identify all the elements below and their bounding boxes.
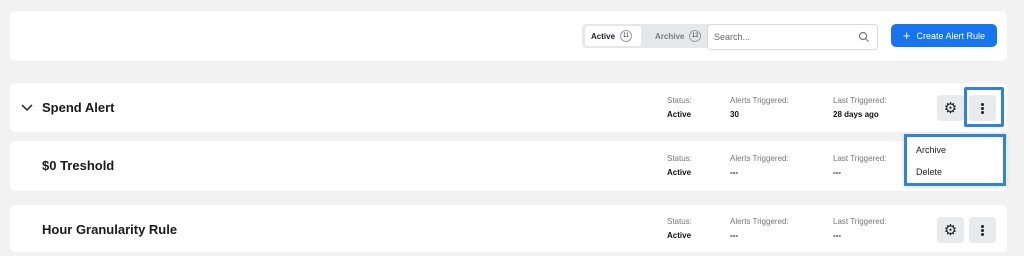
status-value: Active: [667, 231, 692, 240]
last-triggered-meta: Last Triggered: ---: [833, 152, 886, 180]
last-triggered-label: Last Triggered:: [833, 154, 887, 163]
alerts-triggered-value: 30: [730, 110, 739, 119]
search-placeholder: Search...: [714, 32, 751, 42]
status-label: Status:: [667, 154, 692, 163]
gear-icon: ⚙: [943, 221, 958, 239]
alerts-triggered-meta: Alerts Triggered: ---: [730, 152, 789, 180]
last-triggered-meta: Last Triggered: ---: [833, 215, 886, 243]
menu-item-archive[interactable]: Archive: [916, 145, 946, 155]
alerts-triggered-label: Alerts Triggered:: [730, 217, 789, 226]
status-tab-group: Active 11 Archive 12: [582, 24, 711, 48]
last-triggered-label: Last Triggered:: [833, 96, 887, 105]
status-value: Active: [667, 168, 692, 177]
search-icon: [858, 31, 869, 42]
alerts-triggered-meta: Alerts Triggered: ---: [730, 215, 789, 243]
gear-icon: ⚙: [943, 99, 958, 117]
create-alert-rule-label: Create Alert Rule: [916, 30, 986, 41]
more-options-menu: Archive Delete: [904, 134, 1006, 186]
alerts-triggered-label: Alerts Triggered:: [730, 154, 789, 163]
last-triggered-value: 28 days ago: [833, 110, 879, 119]
status-value: Active: [667, 110, 692, 119]
vertical-ellipsis-icon: [981, 224, 984, 236]
alerts-triggered-value: ---: [730, 168, 738, 177]
alert-title: $0 Treshold: [42, 158, 115, 173]
chevron-down-icon[interactable]: [21, 104, 33, 112]
tab-archive[interactable]: Archive 12: [649, 26, 707, 46]
last-triggered-label: Last Triggered:: [833, 217, 887, 226]
menu-item-delete[interactable]: Delete: [916, 167, 942, 177]
tab-archive-count: 12: [689, 30, 701, 42]
last-triggered-meta: Last Triggered: 28 days ago: [833, 94, 886, 122]
alert-title: Hour Granularity Rule: [42, 222, 178, 237]
alerts-toolbar: Active 11 Archive 12 Search... + Create …: [10, 11, 1007, 61]
last-triggered-value: ---: [833, 231, 841, 240]
alerts-triggered-meta: Alerts Triggered: 30: [730, 94, 789, 122]
tab-active-label: Active: [591, 31, 616, 41]
tab-active[interactable]: Active 11: [585, 26, 641, 46]
plus-icon: +: [902, 27, 911, 43]
more-options-button[interactable]: [969, 217, 996, 243]
status-label: Status:: [667, 217, 692, 226]
alert-title: Spend Alert: [42, 100, 115, 115]
last-triggered-value: ---: [833, 168, 841, 177]
status-meta: Status: Active: [667, 215, 692, 243]
settings-button[interactable]: ⚙: [937, 217, 964, 243]
status-meta: Status: Active: [667, 94, 692, 122]
alerts-triggered-value: ---: [730, 231, 738, 240]
tab-archive-label: Archive: [655, 31, 685, 41]
alerts-triggered-label: Alerts Triggered:: [730, 96, 789, 105]
create-alert-rule-button[interactable]: + Create Alert Rule: [891, 24, 997, 47]
status-meta: Status: Active: [667, 152, 692, 180]
status-label: Status:: [667, 96, 692, 105]
alert-card-hour-granularity: Hour Granularity Rule Status: Active Ale…: [10, 205, 1007, 252]
more-options-highlight: [964, 87, 1004, 127]
alert-card-zero-threshold: $0 Treshold Status: Active Alerts Trigge…: [10, 141, 1007, 191]
search-input[interactable]: Search...: [707, 24, 878, 50]
settings-button[interactable]: ⚙: [937, 95, 964, 121]
tab-active-count: 11: [620, 30, 633, 42]
alert-card-spend-alert: Spend Alert Status: Active Alerts Trigge…: [10, 83, 1007, 132]
